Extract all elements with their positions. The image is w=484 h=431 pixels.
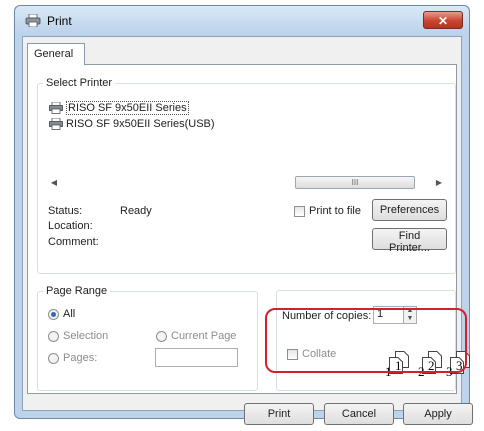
printer-list[interactable]: RISO SF 9x50EII Series RISO SF 9x50EII S… [48,99,445,161]
print-to-file-label: Print to file [309,205,361,217]
selection-label: Selection [63,330,109,342]
tab-general[interactable]: General [27,43,85,65]
select-printer-legend: Select Printer [46,77,113,89]
horizontal-scrollbar[interactable]: ◀ III ▶ [48,175,445,190]
scroll-right-icon[interactable]: ▶ [433,175,445,190]
print-to-file-checkbox[interactable] [294,206,305,217]
find-printer-button[interactable]: Find Printer... [372,228,447,254]
grip-icon: III [351,178,359,187]
printer-name: RISO SF 9x50EII Series [66,101,189,115]
select-printer-group: Select Printer RISO SF 9x50EII Series RI… [37,77,456,274]
printer-item[interactable]: RISO SF 9x50EII Series [48,101,189,115]
printer-icon [49,102,63,114]
title-bar[interactable]: Print ✕ [15,6,469,36]
location-label: Location: [48,220,93,232]
selection-radio[interactable] [48,331,59,342]
page-range-legend: Page Range [46,285,108,297]
comment-label: Comment: [48,236,99,248]
printer-icon [49,118,63,130]
window-title: Print [47,14,72,28]
tab-general-label: General [34,48,74,60]
pages-input[interactable] [155,348,238,367]
all-label: All [63,308,76,320]
status-label: Status: [48,205,83,217]
current-page-radio[interactable] [156,331,167,342]
apply-button[interactable]: Apply [403,403,473,425]
page-range-group: Page Range All Selection Current Page Pa… [37,285,258,391]
printer-item[interactable]: RISO SF 9x50EII Series(USB) [48,117,215,131]
printer-name: RISO SF 9x50EII Series(USB) [66,118,215,130]
pages-radio[interactable] [48,353,59,364]
collate-highlight [265,308,467,373]
scrollbar-thumb[interactable]: III [295,176,415,189]
cancel-button[interactable]: Cancel [324,403,394,425]
all-radio[interactable] [48,309,59,320]
status-value: Ready [120,205,152,217]
close-icon: ✕ [437,14,449,28]
scroll-left-icon[interactable]: ◀ [48,175,60,190]
close-button[interactable]: ✕ [423,11,463,29]
current-page-label: Current Page [171,330,237,342]
printer-icon [25,14,41,27]
print-button[interactable]: Print [244,403,314,425]
pages-label: Pages: [63,352,98,364]
preferences-button[interactable]: Preferences [372,199,447,221]
